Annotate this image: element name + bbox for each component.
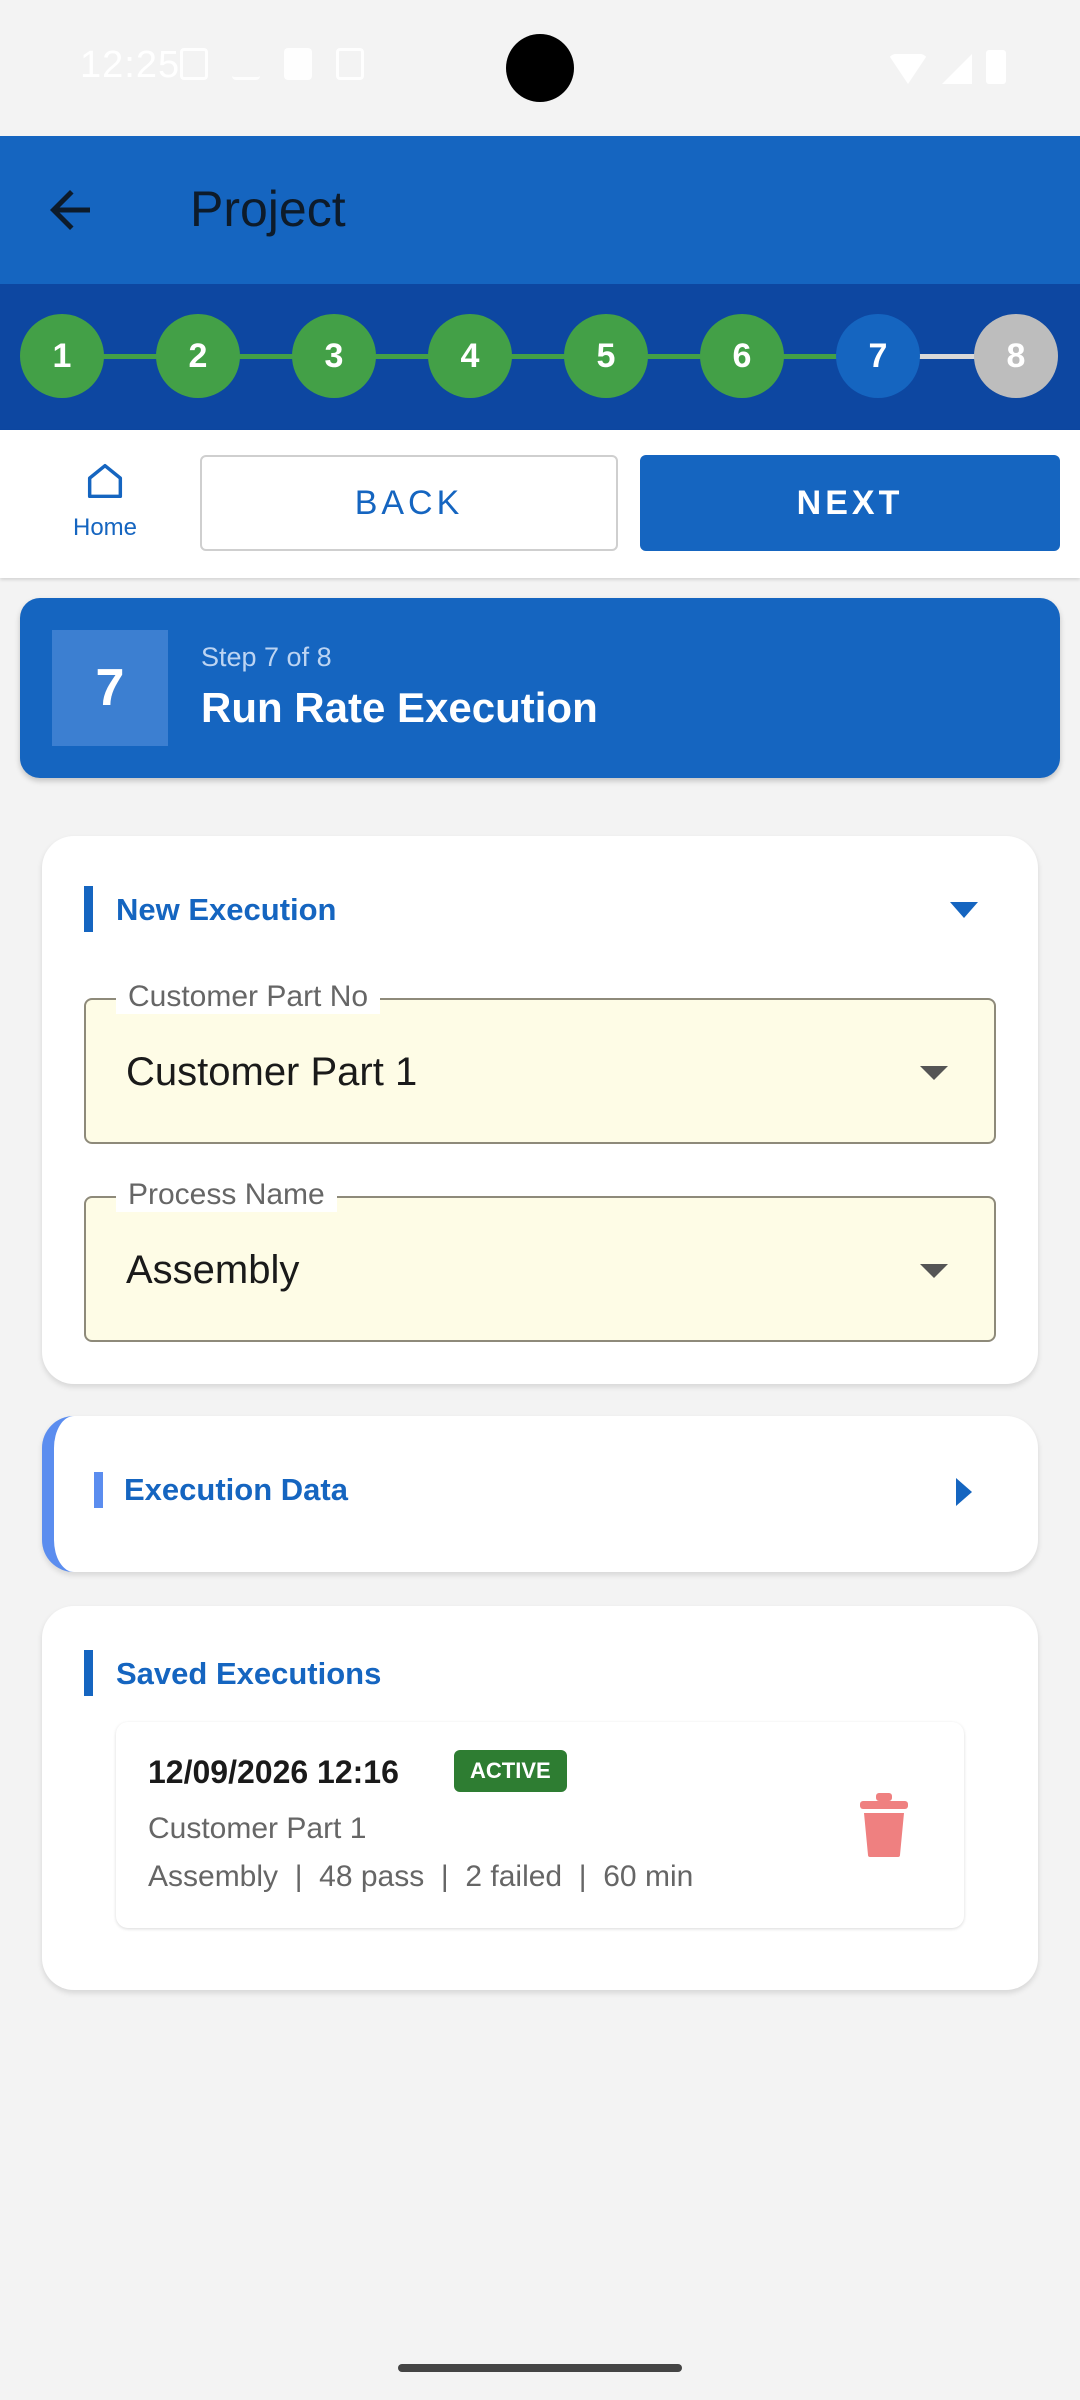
app-bar: Project <box>0 136 1080 284</box>
navigation-row: Home BACK NEXT <box>0 430 1080 578</box>
execution-summary: Assembly | 48 pass | 2 failed | 60 min <box>148 1860 694 1893</box>
section-accent <box>84 886 93 932</box>
status-bar: 12:25 <box>0 0 1080 136</box>
process-name-dropdown[interactable]: Process Name Assembly <box>84 1178 996 1342</box>
wifi-icon <box>888 54 928 84</box>
step-subtitle: Step 7 of 8 <box>201 642 332 672</box>
step-7-current[interactable]: 7 <box>836 314 920 398</box>
chevron-down-icon <box>920 1066 948 1080</box>
back-arrow-icon[interactable] <box>40 180 100 240</box>
step-4[interactable]: 4 <box>428 314 512 398</box>
saved-execution-item[interactable]: 12/09/2026 12:16 ACTIVE Customer Part 1 … <box>116 1722 964 1928</box>
step-banner: 7 Step 7 of 8 Run Rate Execution <box>20 598 1060 778</box>
trash-icon[interactable] <box>858 1790 910 1860</box>
section-accent <box>84 1650 93 1696</box>
step-6[interactable]: 6 <box>700 314 784 398</box>
execution-data-title: Execution Data <box>124 1472 348 1507</box>
execution-datetime: 12/09/2026 12:16 <box>148 1754 399 1790</box>
font-icon <box>336 48 364 80</box>
notification-icons <box>180 48 364 80</box>
home-label: Home <box>72 514 138 541</box>
customer-part-value: Customer Part 1 <box>126 1050 418 1094</box>
sd-card-icon <box>284 48 312 80</box>
home-icon <box>87 463 123 499</box>
battery-icon <box>986 50 1006 84</box>
execution-data-card[interactable]: Execution Data <box>42 1416 1038 1572</box>
new-execution-title: New Execution <box>116 892 337 927</box>
step-5[interactable]: 5 <box>564 314 648 398</box>
execution-part: Customer Part 1 <box>148 1812 367 1845</box>
step-1[interactable]: 1 <box>20 314 104 398</box>
step-number: 7 <box>52 630 168 746</box>
caret-right-icon[interactable] <box>956 1478 972 1506</box>
page-title: Project <box>190 181 346 237</box>
signal-icon <box>942 54 972 84</box>
system-icons <box>888 50 1006 84</box>
process-name-value: Assembly <box>126 1248 300 1292</box>
customer-part-dropdown[interactable]: Customer Part No Customer Part 1 <box>84 980 996 1144</box>
status-badge: ACTIVE <box>454 1750 567 1792</box>
new-execution-card: New Execution Customer Part No Customer … <box>42 836 1038 1384</box>
chevron-down-icon <box>920 1264 948 1278</box>
caret-down-icon[interactable] <box>950 902 978 918</box>
saved-executions-card: Saved Executions 12/09/2026 12:16 ACTIVE… <box>42 1606 1038 1990</box>
step-title: Run Rate Execution <box>201 684 598 731</box>
step-progress: 1 2 3 4 5 6 7 8 <box>0 284 1080 430</box>
gesture-bar <box>398 2364 682 2372</box>
camera-cutout <box>506 34 574 102</box>
next-button[interactable]: NEXT <box>640 455 1060 551</box>
process-name-label: Process Name <box>116 1178 337 1212</box>
status-time: 12:25 <box>80 44 181 86</box>
step-8[interactable]: 8 <box>974 314 1058 398</box>
download-icon <box>232 48 260 80</box>
step-2[interactable]: 2 <box>156 314 240 398</box>
customer-part-label: Customer Part No <box>116 980 381 1014</box>
step-3[interactable]: 3 <box>292 314 376 398</box>
back-button[interactable]: BACK <box>200 455 618 551</box>
shield-icon <box>180 48 208 80</box>
section-accent <box>94 1472 103 1508</box>
home-button[interactable]: Home <box>40 458 170 558</box>
saved-executions-title: Saved Executions <box>116 1656 382 1691</box>
